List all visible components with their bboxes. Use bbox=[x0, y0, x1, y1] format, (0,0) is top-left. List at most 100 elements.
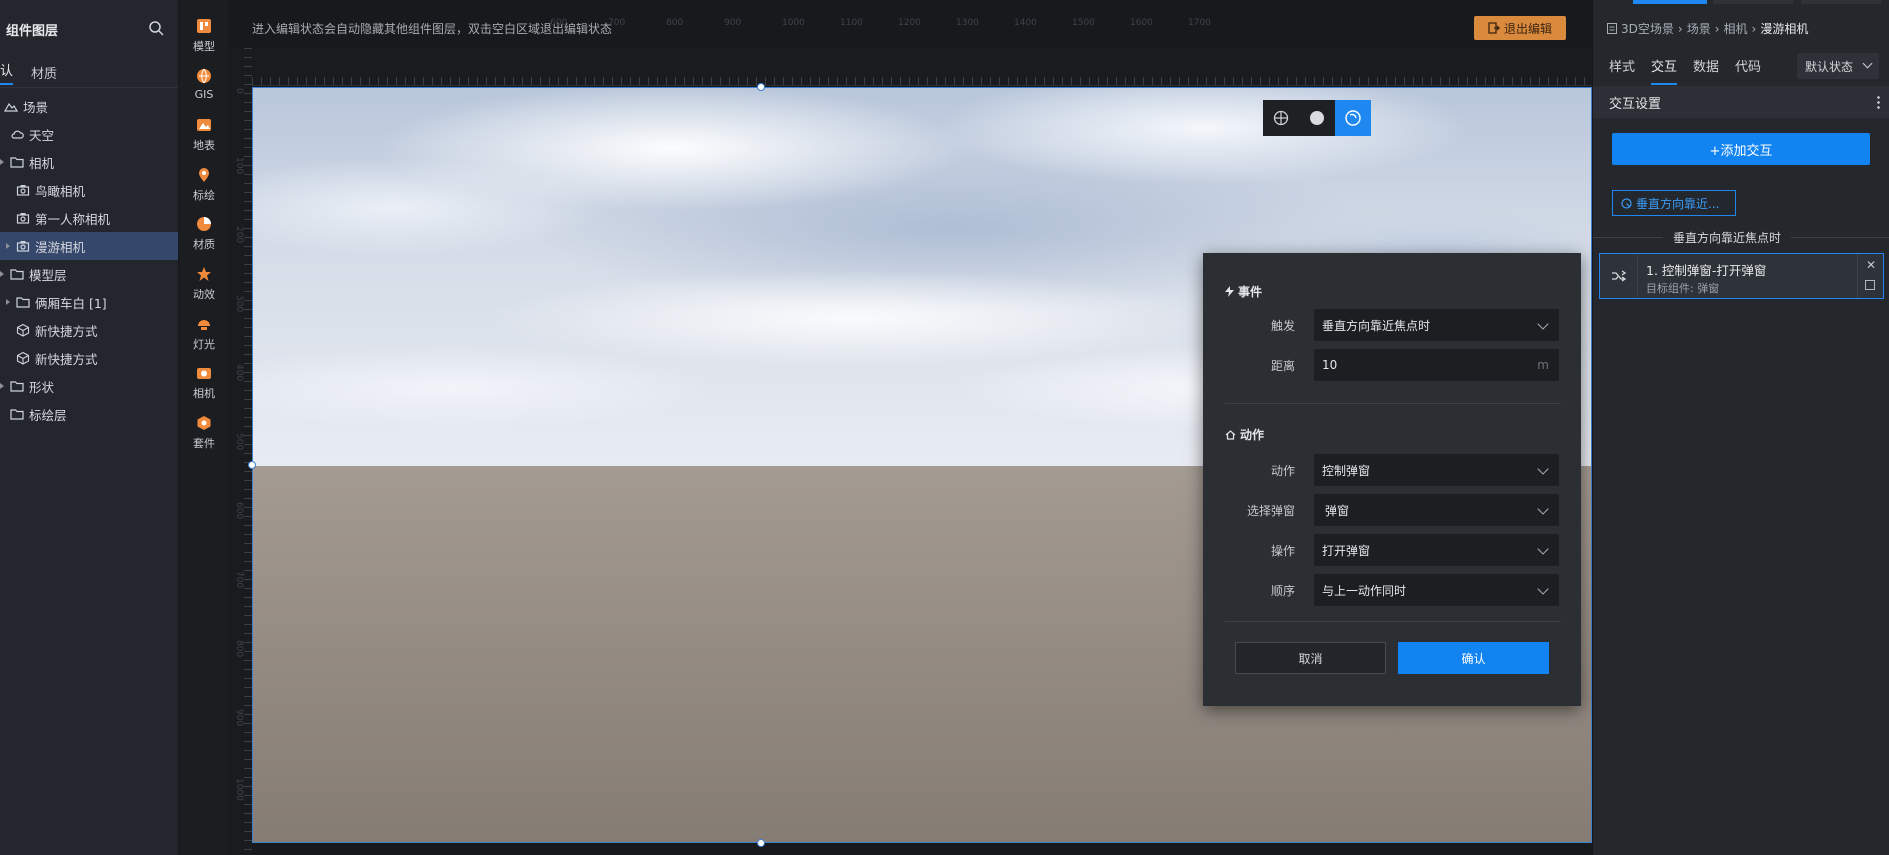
ruler-tick-label: 1700 bbox=[1188, 18, 1211, 28]
action-card-lead bbox=[1600, 254, 1638, 298]
folder-icon bbox=[16, 295, 30, 309]
expand-arrow-icon[interactable] bbox=[0, 383, 4, 389]
layer-tree-item[interactable]: 模型层 bbox=[0, 260, 178, 288]
ruler-tick-label: 1300 bbox=[956, 18, 979, 28]
orbit-icon bbox=[1345, 110, 1361, 126]
tab-code[interactable]: 代码 bbox=[1735, 56, 1761, 85]
breadcrumb-item[interactable]: 3D空场景 bbox=[1621, 20, 1674, 37]
tool-label: 相机 bbox=[193, 387, 215, 401]
chevron-down-icon bbox=[1537, 583, 1549, 595]
expand-arrow-icon[interactable] bbox=[0, 159, 4, 165]
state-select[interactable]: 默认状态 bbox=[1797, 53, 1879, 79]
layer-panel-tabs: 认 材质 bbox=[0, 58, 178, 88]
trigger-tag[interactable]: 垂直方向靠近... bbox=[1612, 190, 1736, 216]
trigger-select[interactable]: 垂直方向靠近焦点时 bbox=[1314, 309, 1559, 341]
ruler-tick-label: 1000 bbox=[782, 18, 805, 28]
terrain-icon bbox=[197, 119, 211, 132]
tool-terrain[interactable]: 地表 bbox=[180, 117, 228, 153]
expand-arrow-icon[interactable] bbox=[0, 271, 4, 277]
breadcrumb-item[interactable]: 场景 bbox=[1687, 20, 1711, 37]
tool-material[interactable]: 材质 bbox=[180, 216, 228, 252]
camera-icon bbox=[16, 183, 30, 197]
action-card[interactable]: 1. 控制弹窗-打开弹窗 目标组件: 弹窗 ✕ bbox=[1599, 253, 1884, 299]
layer-tree-item[interactable]: 第一人称相机 bbox=[0, 204, 178, 232]
layer-tree-item-label: 俩厢车白 [1] bbox=[35, 295, 107, 311]
resize-handle-top[interactable] bbox=[757, 83, 765, 91]
layer-tree-item[interactable]: 俩厢车白 [1] bbox=[0, 288, 178, 316]
ruler-tick-label: 1200 bbox=[898, 18, 921, 28]
property-tabs: 样式 交互 数据 代码 bbox=[1609, 56, 1761, 85]
action-card-subtitle: 目标组件: 弹窗 bbox=[1646, 282, 1720, 295]
tab-interaction[interactable]: 交互 bbox=[1651, 56, 1678, 85]
layer-tree-item-label: 标绘层 bbox=[29, 407, 67, 423]
sphere-view-button[interactable] bbox=[1299, 100, 1335, 136]
tool-label: 套件 bbox=[193, 436, 215, 450]
resize-handle-bottom[interactable] bbox=[757, 839, 765, 847]
ruler-tick-label: 1500 bbox=[1072, 18, 1095, 28]
confirm-button[interactable]: 确认 bbox=[1398, 642, 1549, 674]
tool-camera[interactable]: 相机 bbox=[180, 365, 228, 401]
layer-tree-item[interactable]: 鸟瞰相机 bbox=[0, 176, 178, 204]
layer-tree-item[interactable]: 新快捷方式 bbox=[0, 316, 178, 344]
layer-tree-item-label: 鸟瞰相机 bbox=[35, 183, 86, 199]
ruler-tick-label: 100 bbox=[234, 157, 244, 175]
tool-label: 模型 bbox=[193, 40, 215, 53]
ruler-tick-label: 600 bbox=[550, 18, 568, 28]
effect-icon bbox=[197, 267, 211, 281]
kit-icon bbox=[197, 415, 211, 430]
interaction-settings-header: 交互设置 bbox=[1593, 86, 1889, 118]
popup-select[interactable]: 弹窗 bbox=[1314, 494, 1559, 526]
distance-unit: m bbox=[1537, 358, 1549, 372]
orbit-view-button[interactable] bbox=[1335, 100, 1371, 136]
resize-handle-left[interactable] bbox=[248, 461, 256, 469]
view-tools bbox=[1263, 100, 1371, 136]
breadcrumb-item[interactable]: 相机 bbox=[1724, 20, 1748, 37]
dialog-divider bbox=[1225, 403, 1561, 404]
tool-kit[interactable]: 套件 bbox=[180, 415, 228, 451]
ruler-tick-label: 0 bbox=[234, 88, 244, 94]
exit-edit-button[interactable]: 退出编辑 bbox=[1474, 16, 1566, 40]
more-icon[interactable] bbox=[1877, 95, 1880, 109]
lightning-icon bbox=[1225, 286, 1234, 297]
layer-tree-item[interactable]: 天空 bbox=[0, 120, 178, 148]
layer-tree-item[interactable]: 漫游相机 bbox=[0, 232, 178, 260]
tool-light[interactable]: 灯光 bbox=[180, 316, 228, 352]
layer-tree-item[interactable]: 新快捷方式 bbox=[0, 344, 178, 372]
tab-material[interactable]: 材质 bbox=[31, 63, 57, 82]
tool-marker[interactable]: 标绘 bbox=[180, 167, 228, 203]
ruler-tick-label: 900 bbox=[724, 18, 742, 28]
layer-tree-item[interactable]: 标绘层 bbox=[0, 400, 178, 428]
operation-select[interactable]: 打开弹窗 bbox=[1314, 534, 1559, 566]
cancel-button[interactable]: 取消 bbox=[1235, 642, 1386, 674]
tab-style[interactable]: 样式 bbox=[1609, 56, 1635, 85]
action-select[interactable]: 控制弹窗 bbox=[1314, 454, 1559, 486]
layer-tree-item[interactable]: 形状 bbox=[0, 372, 178, 400]
distance-input[interactable]: 10 m bbox=[1314, 349, 1559, 381]
add-interaction-button[interactable]: +添加交互 bbox=[1612, 133, 1870, 165]
expand-arrow-icon[interactable] bbox=[6, 243, 10, 249]
order-label: 顺序 bbox=[1270, 584, 1295, 598]
layer-tree-item[interactable]: 相机 bbox=[0, 148, 178, 176]
tab-data[interactable]: 数据 bbox=[1693, 56, 1719, 85]
globe-view-button[interactable] bbox=[1263, 100, 1299, 136]
layer-tree-item[interactable]: 场景 bbox=[0, 92, 178, 120]
interaction-dialog: 事件 触发 垂直方向靠近焦点时 距离 10 m 动作 动作 控制弹窗 选择弹窗 弹… bbox=[1203, 253, 1581, 706]
material-icon bbox=[197, 217, 211, 232]
close-icon[interactable]: ✕ bbox=[1866, 258, 1876, 272]
ruler-tick-label: 900 bbox=[234, 709, 244, 727]
layer-tree-item-label: 漫游相机 bbox=[35, 239, 86, 255]
top-action-stub bbox=[1713, 0, 1793, 4]
search-icon[interactable] bbox=[148, 20, 164, 36]
chevron-down-icon bbox=[1537, 318, 1549, 330]
ruler-horizontal bbox=[252, 48, 1592, 86]
order-select[interactable]: 与上一动作同时 bbox=[1314, 574, 1559, 606]
expand-arrow-icon[interactable] bbox=[6, 299, 10, 305]
tool-gis[interactable]: GIS bbox=[180, 68, 228, 101]
ruler-tick-label: 300 bbox=[234, 295, 244, 313]
chevron-down-icon bbox=[1862, 58, 1873, 69]
tool-model[interactable]: 模型 bbox=[180, 18, 228, 54]
copy-icon[interactable] bbox=[1865, 280, 1875, 290]
tab-layers[interactable]: 认 bbox=[0, 60, 14, 85]
tool-effect[interactable]: 动效 bbox=[180, 266, 228, 302]
chevron-down-icon bbox=[1537, 463, 1549, 475]
